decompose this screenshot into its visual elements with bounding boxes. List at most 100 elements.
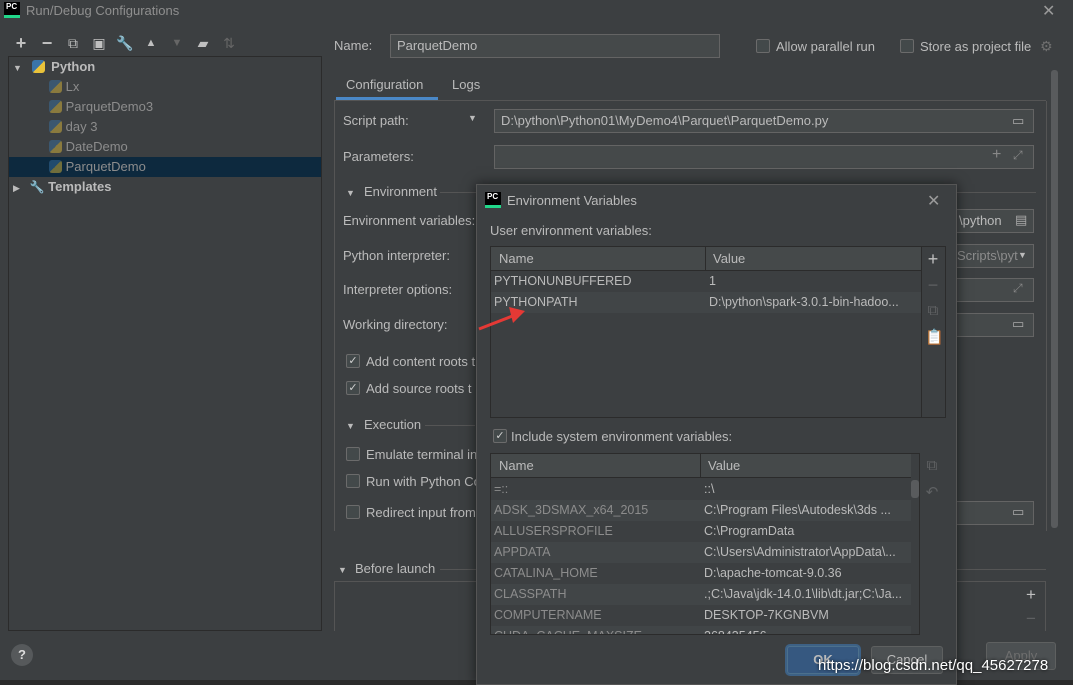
side-toolbar-divider [921,247,922,417]
allow-parallel-label: Allow parallel run [776,39,875,54]
emulate-terminal-checkbox[interactable] [346,447,360,461]
close-icon[interactable]: ✕ [927,191,940,211]
move-up-icon[interactable]: ▲ [142,34,160,52]
script-path-input[interactable]: D:\python\Python01\MyDemo4\Parquet\Parqu… [494,109,1034,133]
table-row[interactable]: APPDATA C:\Users\Administrator\AppData\.… [491,542,911,563]
panel-border-right [1046,101,1047,531]
include-system-checkbox[interactable]: ✓ [493,429,507,443]
dropdown-arrow-icon[interactable]: ▼ [468,113,477,123]
var-name: COMPUTERNAME [494,608,602,622]
pycharm-logo-icon: PC [4,2,20,18]
table-row[interactable]: =:: ::\ [491,479,911,500]
column-header-name[interactable]: Name [499,454,534,478]
copy-icon[interactable]: ⧉ [925,302,941,319]
gear-icon[interactable]: ⚙ [1040,38,1053,55]
save-icon[interactable]: ▣ [90,34,108,52]
help-icon[interactable]: ? [11,644,33,666]
add-content-roots-label: Add content roots t [366,354,476,369]
python-icon [49,140,62,153]
run-python-console-checkbox[interactable] [346,474,360,488]
table-row[interactable]: COMPUTERNAME DESKTOP-7KGNBVM [491,605,911,626]
table-row[interactable]: CUDA_CACHE_MAXSIZE 268435456 [491,626,911,634]
remove-icon[interactable]: − [38,34,56,52]
dropdown-arrow-icon[interactable]: ▼ [1018,250,1027,260]
configuration-tree: ▼ Python Lx ParquetDemo3 day 3 DateDemo … [8,56,322,631]
table-row[interactable]: CLASSPATH .;C:\Java\jdk-14.0.1\lib\dt.ja… [491,584,911,605]
title-bar: PC Run/Debug Configurations ✕ [0,0,1073,22]
table-row[interactable]: ALLUSERSPROFILE C:\ProgramData [491,521,911,542]
store-as-project-checkbox[interactable] [900,39,914,53]
tab-logs[interactable]: Logs [452,70,480,100]
var-value: C:\ProgramData [704,524,795,538]
var-name: ALLUSERSPROFILE [494,524,613,538]
list-icon[interactable]: ▤ [1015,212,1027,228]
python-interpreter-label: Python interpreter: [343,248,450,263]
tree-item[interactable]: ParquetDemo3 [9,97,321,117]
allow-parallel-checkbox[interactable] [756,39,770,53]
dialog-title: Environment Variables [507,193,637,208]
before-launch-label: Before launch [355,561,436,576]
parameters-input[interactable] [494,145,1034,169]
expand-arrow-icon[interactable]: ▼ [13,63,22,73]
tree-node-templates[interactable]: ▶ 🔧 Templates [9,177,321,197]
new-folder-icon[interactable]: ▰ [194,34,212,52]
copy-icon[interactable]: ⧉ [924,457,940,474]
add-source-roots-checkbox[interactable]: ✓ [346,381,360,395]
name-input[interactable]: ParquetDemo [390,34,720,58]
before-launch-arrow-icon[interactable]: ▼ [338,565,347,575]
tree-item-label: day 3 [65,119,98,134]
tree-item[interactable]: day 3 [9,117,321,137]
tree-node-label: Python [51,59,96,74]
move-down-icon[interactable]: ▼ [168,34,186,52]
close-icon[interactable]: ✕ [1042,1,1055,21]
table-row[interactable]: PYTHONUNBUFFERED 1 [491,271,921,292]
copy-icon[interactable]: ⧉ [64,34,82,52]
remove-icon[interactable]: − [925,275,941,296]
arrow-head [509,307,525,323]
var-value: D:\apache-tomcat-9.0.36 [704,566,842,580]
table-row[interactable]: ADSK_3DSMAX_x64_2015 C:\Program Files\Au… [491,500,911,521]
emulate-terminal-label: Emulate terminal in [366,447,478,462]
tree-item-selected[interactable]: ParquetDemo [9,157,321,177]
table-row[interactable]: PYTHONPATH D:\python\spark-3.0.1-bin-had… [491,292,921,313]
redirect-input-checkbox[interactable] [346,505,360,519]
add-icon[interactable]: + [992,146,1001,164]
wrench-icon: 🔧 [29,180,45,194]
tree-item[interactable]: DateDemo [9,137,321,157]
add-icon[interactable]: + [12,34,30,52]
undo-icon[interactable]: ↶ [924,483,940,501]
folder-icon[interactable]: ▭ [1012,316,1024,332]
tree-node-label: Templates [48,179,112,194]
tree-item[interactable]: Lx [9,77,321,97]
var-value: DESKTOP-7KGNBVM [704,608,829,622]
var-value: .;C:\Java\jdk-14.0.1\lib\dt.jar;C:\Ja... [704,587,902,601]
add-content-roots-checkbox[interactable]: ✓ [346,354,360,368]
remove-icon[interactable]: − [1026,609,1036,629]
python-icon [49,120,62,133]
paste-icon[interactable]: 📋 [925,328,944,346]
scrollbar[interactable] [1051,70,1058,528]
scrollbar[interactable] [911,480,919,498]
var-value: C:\Program Files\Autodesk\3ds ... [704,503,891,517]
folder-icon[interactable]: ▭ [1012,113,1024,129]
expand-icon[interactable]: ⤢ [1013,281,1023,296]
wrench-icon[interactable]: 🔧 [116,34,134,52]
column-header-value[interactable]: Value [713,247,745,271]
add-icon[interactable]: + [1026,585,1036,605]
expand-icon[interactable]: ⤢ [1013,148,1023,163]
tab-configuration[interactable]: Configuration [336,70,438,100]
column-header-name[interactable]: Name [499,247,534,271]
panel-border-left [334,101,335,531]
watermark: https://blog.csdn.net/qq_45627278 [818,657,1049,674]
column-header-value[interactable]: Value [708,454,740,478]
table-row[interactable]: CATALINA_HOME D:\apache-tomcat-9.0.36 [491,563,911,584]
name-label: Name: [334,38,373,53]
environment-arrow-icon[interactable]: ▼ [346,188,355,198]
var-name: CUDA_CACHE_MAXSIZE [494,626,642,634]
collapse-arrow-icon[interactable]: ▶ [13,183,20,193]
tree-node-python[interactable]: ▼ Python [9,57,321,77]
add-icon[interactable]: + [925,249,941,270]
folder-icon[interactable]: ▭ [1012,504,1024,520]
execution-arrow-icon[interactable]: ▼ [346,421,355,431]
sort-icon[interactable]: ⇅ [220,34,238,52]
